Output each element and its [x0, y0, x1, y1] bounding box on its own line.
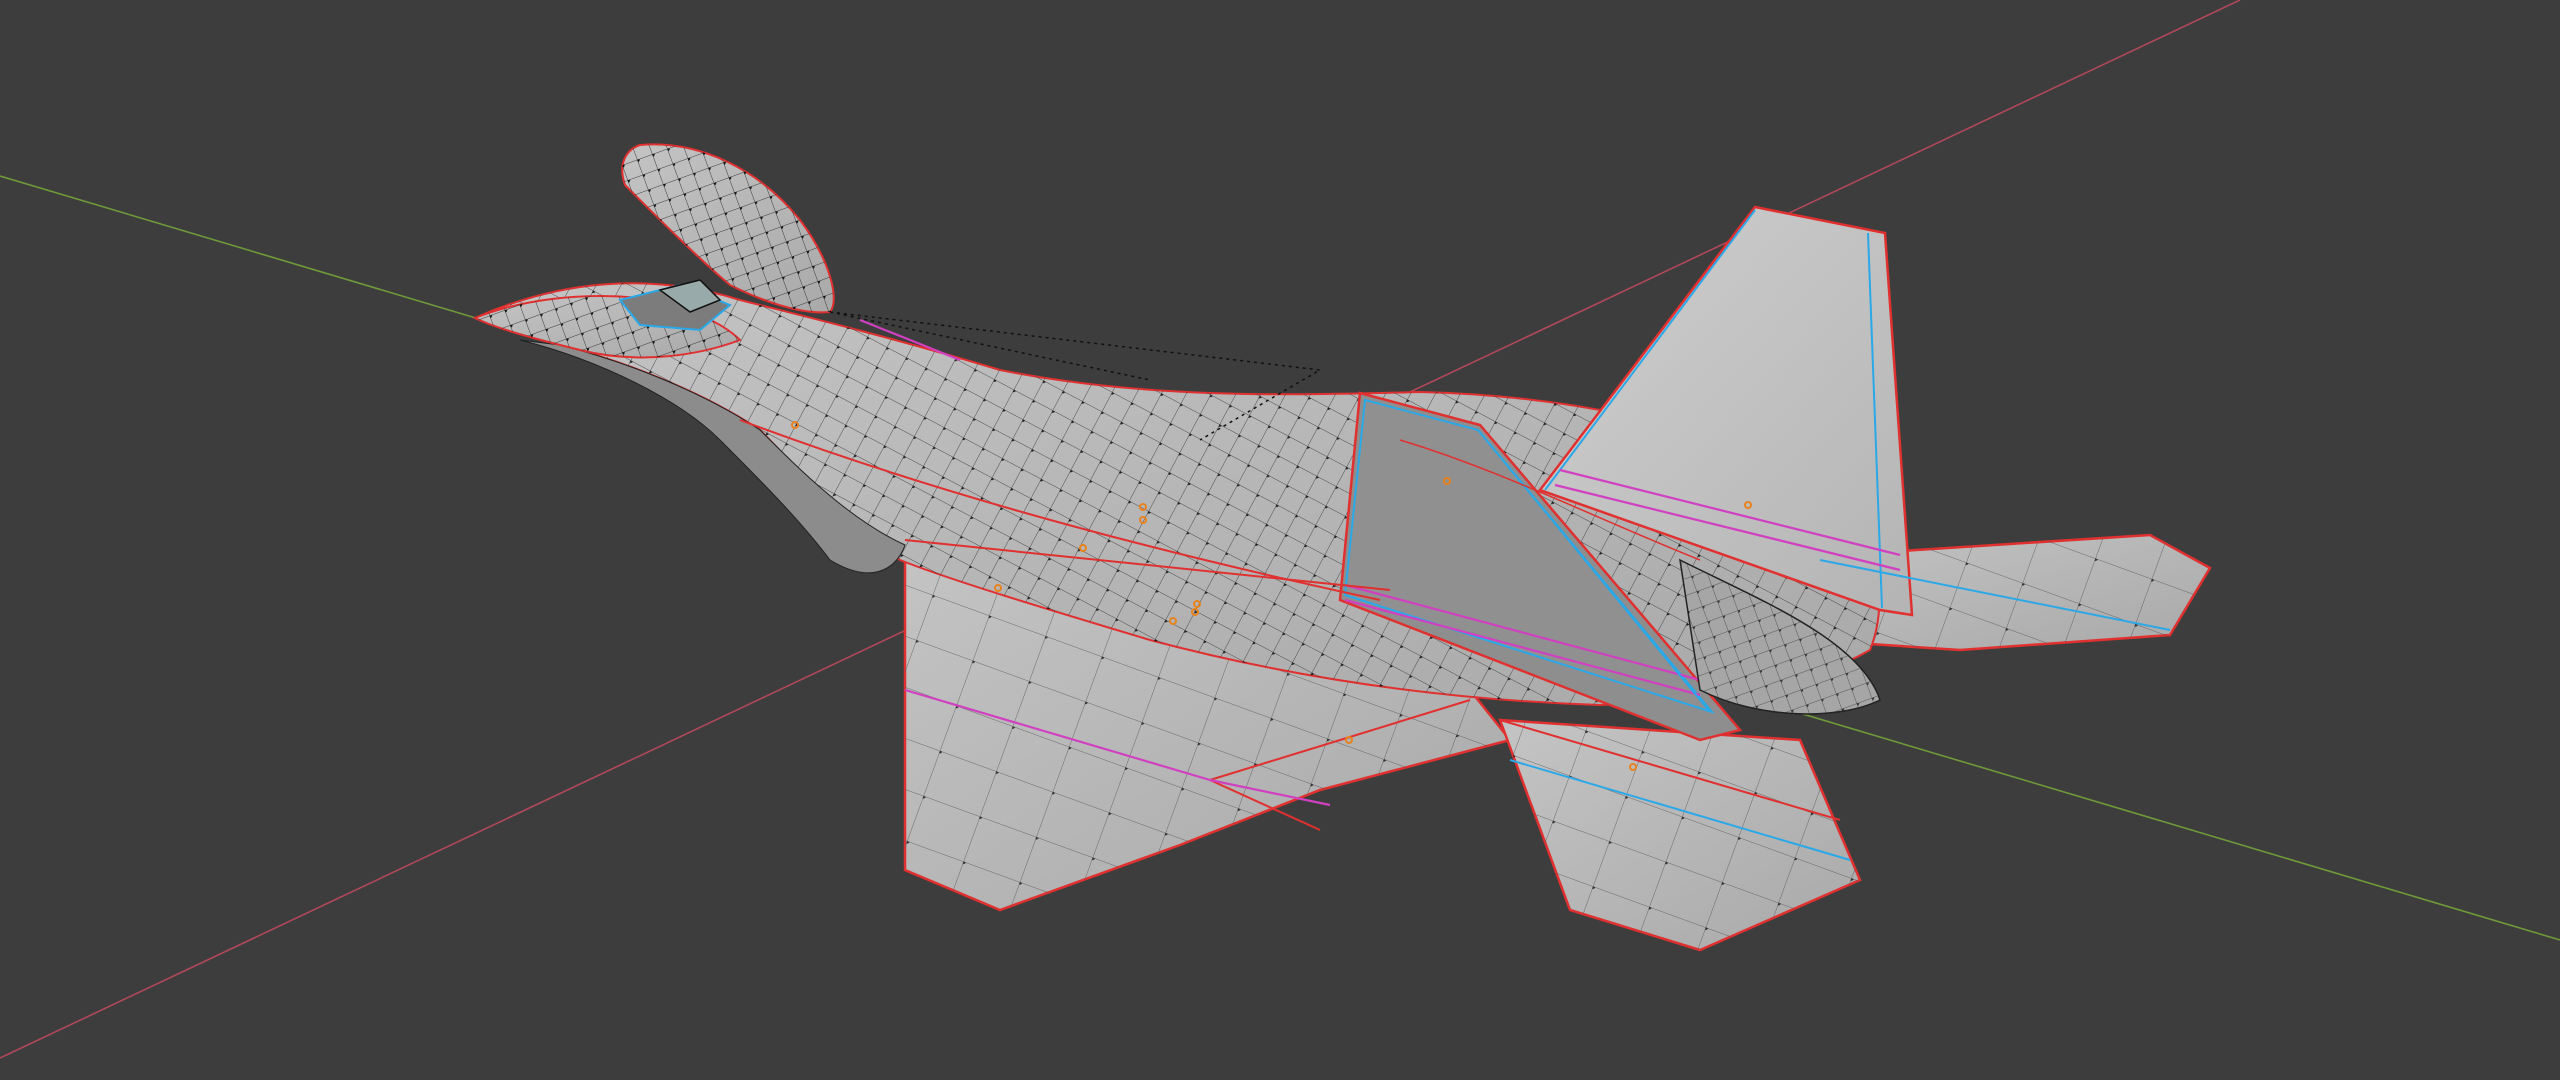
viewport-canvas[interactable]: [0, 0, 2560, 1080]
3d-viewport[interactable]: [0, 0, 2560, 1080]
left-stabilizer-wire: [1500, 720, 1860, 950]
fighter-jet-mesh[interactable]: [472, 143, 2212, 952]
